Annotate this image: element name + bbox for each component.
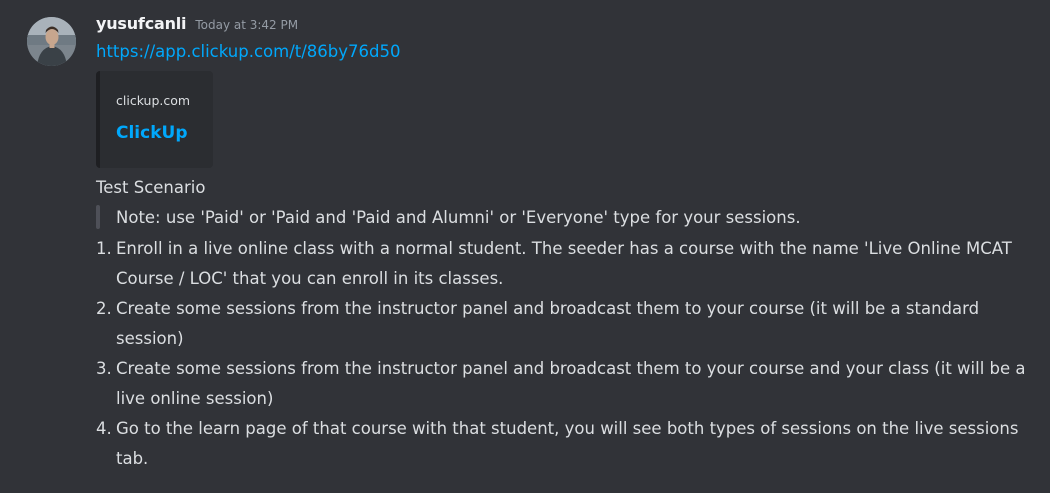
link-embed: clickup.com ClickUp [96,71,213,168]
user-avatar[interactable] [27,17,76,66]
task-link[interactable]: https://app.clickup.com/t/86by76d50 [96,42,401,61]
list-item-text: Go to the learn page of that course with… [116,419,1019,468]
list-item: 4. Go to the learn page of that course w… [96,414,1036,474]
list-item-number: 4. [96,419,112,438]
embed-title[interactable]: ClickUp [116,123,188,143]
list-item-text: Create some sessions from the instructor… [116,359,1026,408]
list-item-number: 3. [96,359,112,378]
list-item-number: 1. [96,239,112,258]
list-item: 3. Create some sessions from the instruc… [96,354,1036,414]
blockquote-bar [96,205,100,229]
message-header: yusufcanli Today at 3:42 PM [96,14,298,38]
message-heading: Test Scenario [96,178,206,197]
timestamp[interactable]: Today at 3:42 PM [195,18,298,32]
chat-message: yusufcanli Today at 3:42 PM https://app.… [0,0,1050,493]
embed-provider: clickup.com [116,93,191,108]
avatar-image [27,17,76,66]
username[interactable]: yusufcanli [96,14,187,33]
blockquote-text: Note: use 'Paid' or 'Paid and 'Paid and … [116,207,801,227]
list-item-text: Enroll in a live online class with a nor… [116,239,1012,288]
blockquote: Note: use 'Paid' or 'Paid and 'Paid and … [96,205,801,229]
list-item-number: 2. [96,299,112,318]
list-item: 2. Create some sessions from the instruc… [96,294,1036,354]
list-item-text: Create some sessions from the instructor… [116,299,980,348]
list-item: 1. Enroll in a live online class with a … [96,234,1036,294]
